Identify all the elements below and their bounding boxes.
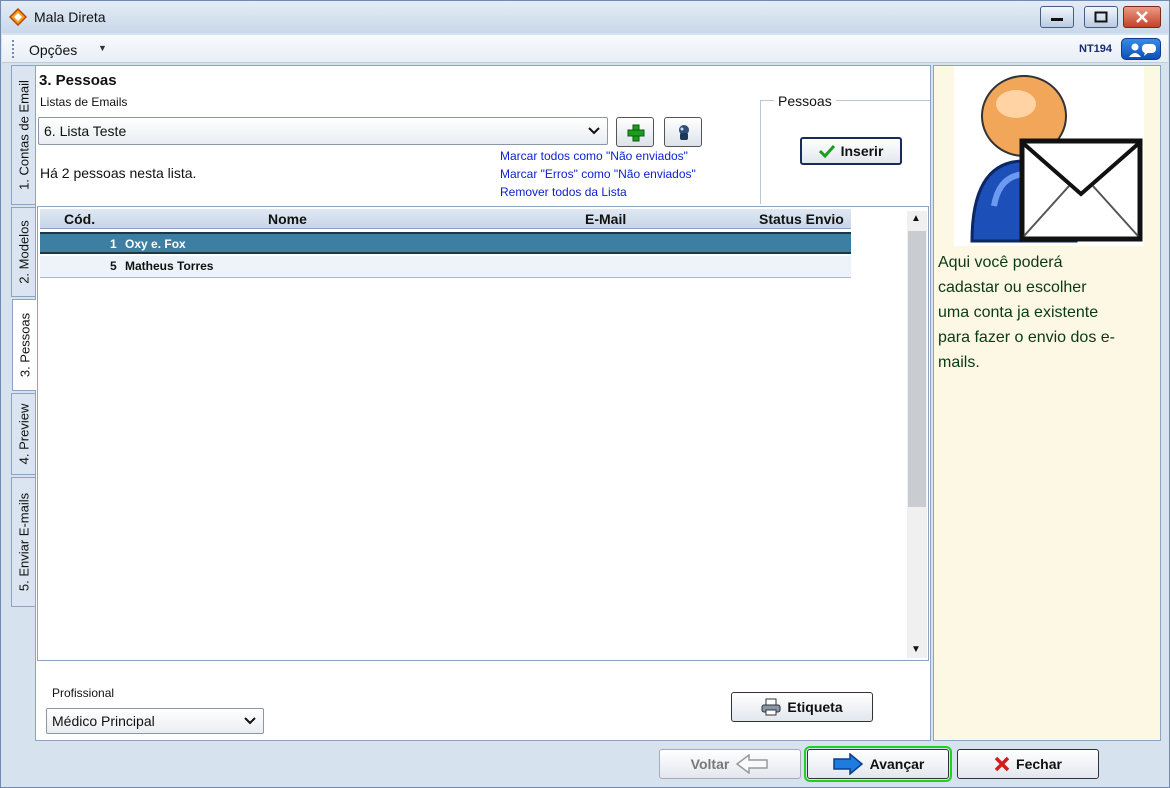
maximize-button[interactable] [1084,6,1118,28]
cell-cod: 5 [110,259,117,273]
arrow-right-icon [832,753,863,775]
chevron-down-icon [244,717,256,725]
vertical-scrollbar[interactable]: ▲ ▼ [907,211,927,658]
table-row[interactable]: 5 Matheus Torres [40,256,851,278]
tab-label: 4. Preview [16,403,31,465]
people-table: Cód. Nome E-Mail Status Envio 1 Oxy e. F… [37,206,929,661]
profissional-selected-value: Médico Principal [52,713,155,729]
tab-label: 5. Enviar E-mails [16,492,31,592]
main-window: Mala Direta Opções ▼ NT194 1. Contas de … [0,0,1170,788]
fechar-button[interactable]: Fechar [957,749,1099,779]
search-list-button[interactable] [664,117,702,147]
tab-preview[interactable]: 4. Preview [11,393,35,475]
minimize-button[interactable] [1040,6,1074,28]
tab-enviar-emails[interactable]: 5. Enviar E-mails [11,477,35,607]
pessoas-panel: 3. Pessoas Listas de Emails 6. Lista Tes… [35,65,931,741]
inserir-button[interactable]: Inserir [800,137,902,165]
mark-all-unsent-link[interactable]: Marcar todos como "Não enviados" [500,149,688,163]
scroll-thumb[interactable] [908,231,926,507]
lista-selected-value: 6. Lista Teste [44,123,127,139]
col-email[interactable]: E-Mail [585,211,626,227]
etiqueta-button[interactable]: Etiqueta [731,692,873,722]
menu-opcoes[interactable]: Opções [29,42,77,58]
people-count-text: Há 2 pessoas nesta lista. [40,165,197,181]
user-support-button[interactable] [1121,38,1161,60]
window-title: Mala Direta [34,9,106,25]
scroll-down-icon[interactable]: ▼ [911,644,921,655]
avancar-button[interactable]: Avançar [804,746,952,782]
chevron-down-icon [588,127,600,135]
vertical-tabs: 1. Contas de Email 2. Modelos 3. Pessoas… [11,65,36,625]
arrow-left-icon [736,754,769,774]
lista-select[interactable]: 6. Lista Teste [38,117,608,145]
help-text: Aqui você poderá cadastar ou escolher um… [938,254,1115,371]
tab-label: 3. Pessoas [17,312,32,378]
pessoas-group-label: Pessoas [774,93,836,109]
plus-icon [627,124,645,142]
close-icon [1136,11,1148,23]
listas-label: Listas de Emails [40,95,128,109]
close-x-icon [994,756,1010,772]
fechar-label: Fechar [1016,756,1062,772]
caret-down-icon[interactable]: ▼ [98,43,107,53]
menu-bar: Opções ▼ NT194 [2,35,1168,63]
checkmark-icon [818,144,835,158]
toolbar-grip [12,40,14,58]
avancar-label: Avançar [869,756,925,772]
profissional-select[interactable]: Médico Principal [46,708,264,734]
help-panel: Aqui você poderá cadastar ou escolher um… [933,65,1161,741]
tab-pessoas[interactable]: 3. Pessoas [12,299,36,391]
scroll-up-icon[interactable]: ▲ [911,213,921,224]
col-status-envio[interactable]: Status Envio [759,211,844,227]
voltar-button[interactable]: Voltar [659,749,801,779]
cell-nome: Oxy e. Fox [125,237,186,251]
minimize-icon [1051,18,1063,21]
title-bar: Mala Direta [1,1,1169,33]
col-nome[interactable]: Nome [268,211,307,227]
col-cod[interactable]: Cód. [64,211,95,227]
table-row[interactable]: 1 Oxy e. Fox [40,232,851,254]
inserir-label: Inserir [840,143,884,159]
person-mail-icon [970,75,1143,243]
maximize-icon [1094,11,1108,23]
person-mail-illustration [954,66,1144,246]
close-window-button[interactable] [1123,6,1161,28]
printer-icon [761,698,781,716]
add-list-button[interactable] [616,117,654,147]
nt-code-label: NT194 [1079,43,1113,55]
tab-label: 1. Contas de Email [16,80,31,190]
users-chat-icon [1129,43,1156,57]
app-diamond-icon [9,8,27,26]
cell-nome: Matheus Torres [125,259,214,273]
table-header: Cód. Nome E-Mail Status Envio [40,209,851,229]
remove-all-link[interactable]: Remover todos da Lista [500,185,627,199]
profissional-label: Profissional [52,686,115,700]
tab-label: 2. Modelos [16,220,31,284]
binoculars-icon [679,125,689,140]
footer-bar: Voltar Avançar Fechar [2,743,1168,787]
tab-contas-de-email[interactable]: 1. Contas de Email [11,65,35,205]
tab-modelos[interactable]: 2. Modelos [11,207,35,297]
etiqueta-label: Etiqueta [787,699,843,715]
cell-cod: 1 [110,237,117,251]
mark-errors-unsent-link[interactable]: Marcar "Erros" como "Não enviados" [500,167,696,181]
section-title: 3. Pessoas [39,72,117,89]
voltar-label: Voltar [690,756,730,772]
